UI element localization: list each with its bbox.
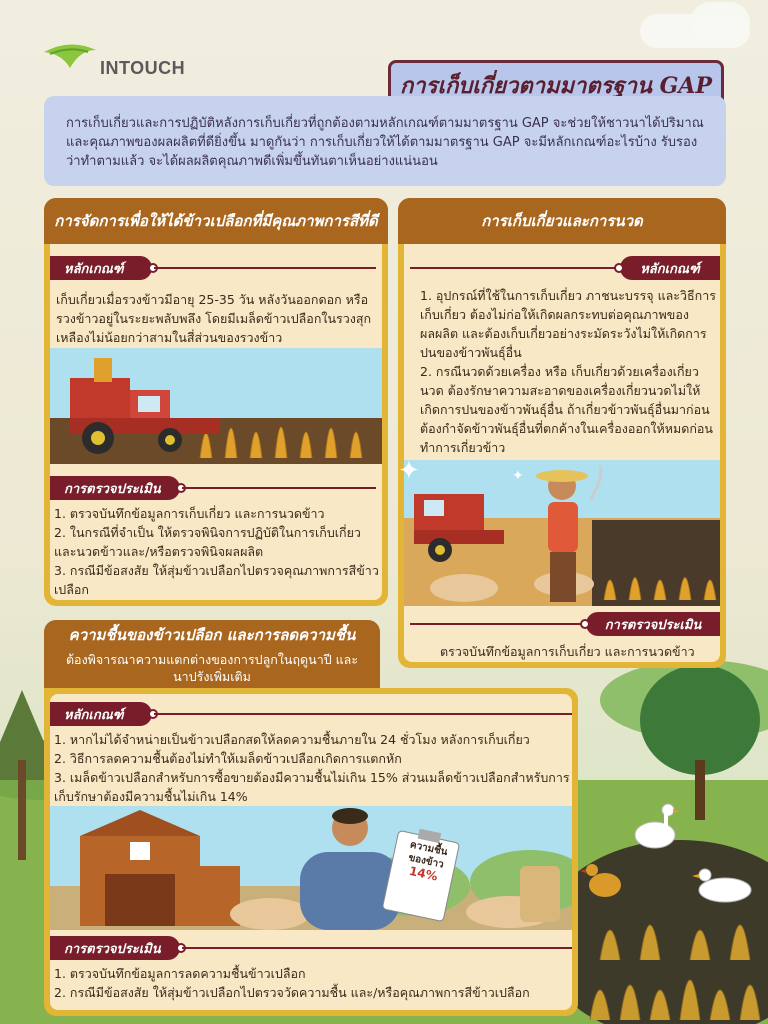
sparkle-icon: ✦ (398, 456, 420, 486)
brand-logo: INTOUCH (40, 40, 210, 86)
assessment-item: 2. กรณีมีข้อสงสัย ให้สุ่มข้าวเปลือกไปตรว… (54, 985, 530, 1000)
assessment-label: การตรวจประเมิน (604, 617, 702, 633)
leaf-logo-icon (44, 44, 96, 68)
farmer-harvest-illustration (404, 460, 720, 606)
section-title: การเก็บเกี่ยวและการนวด (481, 212, 643, 230)
assessment-item: 3. กรณีมีข้อสงสัย ให้สุ่มข้าวเปลือกไปตรว… (54, 563, 379, 597)
assessment-label: การตรวจประเมิน (64, 481, 161, 497)
section-heading: การเก็บเกี่ยวและการนวด (398, 198, 726, 244)
divider (154, 267, 376, 269)
criteria-tag: หลักเกณฑ์ (614, 256, 720, 280)
assessment-tag: การตรวจประเมิน (50, 476, 186, 500)
criteria-item: 1. หากไม่ได้จำหน่ายเป็นข้าวเปลือกสดให้ลด… (54, 732, 530, 747)
assessment-list: 1. ตรวจบันทึกข้อมูลการเก็บเกี่ยว และการน… (54, 504, 380, 599)
section-heading: การจัดการเพื่อให้ได้ข้าวเปลือกที่มีคุณภา… (44, 198, 388, 244)
criteria-label: หลักเกณฑ์ (64, 707, 124, 723)
criteria-tag: หลักเกณฑ์ (50, 256, 158, 280)
section-subtitle: ต้องพิจารณาความแตกต่างของการปลูกในฤดูนาป… (65, 652, 359, 684)
assessment-label: การตรวจประเมิน (64, 941, 161, 957)
section-heading: ความชื้นของข้าวเปลือก และการลดความชื้น ต… (44, 620, 380, 688)
tag-dot-icon (614, 263, 624, 273)
criteria-item: 2. วิธีการลดความชื้นต้องไม่ทำให้เมล็ดข้า… (54, 751, 402, 766)
divider (154, 713, 572, 715)
divider (182, 487, 376, 489)
divider (182, 947, 572, 949)
cloud (690, 2, 750, 42)
assessment-item: 1. ตรวจบันทึกข้อมูลการลดความชื้นข้าวเปลื… (54, 966, 306, 981)
section-quality-milling: การจัดการเพื่อให้ได้ข้าวเปลือกที่มีคุณภา… (44, 198, 388, 606)
criteria-list: 1. อุปกรณ์ที่ใช้ในการเก็บเกี่ยว ภาชนะบรร… (420, 286, 718, 457)
assessment-list: 1. ตรวจบันทึกข้อมูลการลดความชื้นข้าวเปลื… (54, 964, 574, 1002)
section-title: การจัดการเพื่อให้ได้ข้าวเปลือกที่มีคุณภา… (54, 212, 378, 230)
criteria-label: หลักเกณฑ์ (64, 261, 124, 277)
harvester-illustration (50, 348, 382, 464)
criteria-text: เก็บเกี่ยวเมื่อรวงข้าวมีอายุ 25-35 วัน ห… (56, 292, 372, 345)
criteria-tag: หลักเกณฑ์ (50, 702, 158, 726)
section-harvest-threshing: การเก็บเกี่ยวและการนวด หลักเกณฑ์ 1. อุปก… (398, 198, 726, 668)
assessment-tag: การตรวจประเมิน (580, 612, 720, 636)
sparkle-icon: ✦ (512, 468, 524, 484)
divider (410, 267, 620, 269)
criteria-item: 1. อุปกรณ์ที่ใช้ในการเก็บเกี่ยว ภาชนะบรร… (420, 288, 716, 360)
criteria-item: 3. เมล็ดข้าวเปลือกสำหรับการซื้อขายต้องมี… (54, 770, 570, 804)
assessment-item: 2. ในกรณีที่จำเป็น ให้ตรวจพินิจการปฏิบัต… (54, 525, 361, 559)
section-title: ความชื้นของข้าวเปลือก และการลดความชื้น (68, 626, 356, 644)
criteria-list: 1. หากไม่ได้จำหน่ายเป็นข้าวเปลือกสดให้ลด… (54, 730, 574, 806)
assessment-item: 1. ตรวจบันทึกข้อมูลการเก็บเกี่ยว และการน… (54, 506, 325, 521)
intro-paragraph: การเก็บเกี่ยวและการปฏิบัติหลังการเก็บเกี… (44, 96, 726, 186)
assessment-tag: การตรวจประเมิน (50, 936, 186, 960)
tag-dot-icon (580, 619, 590, 629)
brand-name: INTOUCH (100, 58, 186, 78)
criteria-label: หลักเกณฑ์ (640, 261, 700, 277)
section-moisture: ความชื้นของข้าวเปลือก และการลดความชื้น ต… (44, 620, 578, 1016)
barn-inspection-illustration (50, 806, 572, 930)
criteria-item: 2. กรณีนวดด้วยเครื่อง หรือ เก็บเกี่ยวด้ว… (420, 364, 713, 455)
